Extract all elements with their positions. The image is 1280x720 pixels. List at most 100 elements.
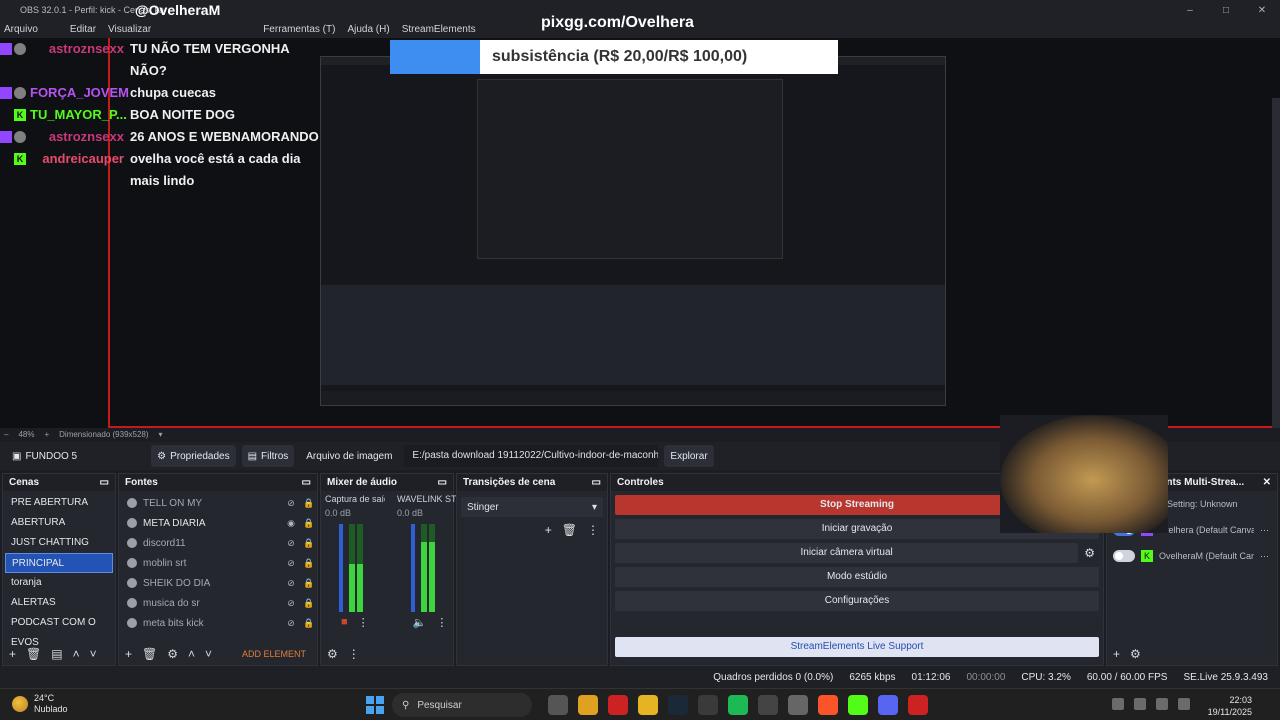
eye-off-icon[interactable]: ⊘ [285,558,297,569]
zoom-out-icon[interactable]: – [4,430,8,439]
scene-item[interactable]: ABERTURA [5,513,113,533]
trash-icon[interactable]: 🗑 [26,647,41,661]
taskview-icon[interactable] [548,695,568,715]
brave-icon[interactable] [818,695,838,715]
add-icon[interactable]: + [125,647,132,661]
chevron-down-icon[interactable]: ▾ [159,430,163,439]
app-icon[interactable] [788,695,808,715]
chevron-down-icon[interactable]: ˅ [205,647,212,661]
add-icon[interactable]: + [9,647,16,661]
add-icon[interactable]: + [1113,647,1120,661]
speaker-icon[interactable]: 🔈 [413,616,427,629]
clock[interactable]: 22:03 19/11/2025 [1208,694,1252,718]
filters-button[interactable]: ▤ Filtros [241,445,295,467]
menu-ajuda[interactable]: Ajuda (H) [347,24,389,35]
minimize-icon[interactable]: – [1172,0,1208,20]
kebab-icon[interactable]: ⋮ [358,616,369,629]
advanced-audio-icon[interactable]: ⚙ [327,647,338,661]
menu-visualizar[interactable]: Visualizar [108,24,151,35]
lock-icon[interactable]: 🔒 [303,618,315,629]
opera-icon[interactable] [608,695,628,715]
eye-off-icon[interactable]: ⊘ [285,538,297,549]
eye-off-icon[interactable]: ⊘ [285,598,297,609]
source-item[interactable]: musica do sr ⊘ 🔒 [121,593,315,613]
source-item[interactable]: SHEIK DO DIA ⊘ 🔒 [121,573,315,593]
live-support-button[interactable]: StreamElements Live Support [615,637,1099,657]
discord-icon[interactable] [878,695,898,715]
chevron-down-icon[interactable]: ˅ [90,647,97,661]
studio-mode-button[interactable]: Modo estúdio [615,567,1099,587]
undock-icon[interactable]: ▭ [100,477,109,488]
volume-fader[interactable] [339,524,343,612]
eye-off-icon[interactable]: ⊘ [285,498,297,509]
spotify-icon[interactable] [728,695,748,715]
lock-icon[interactable]: 🔒 [303,538,315,549]
lock-icon[interactable]: 🔒 [303,578,315,589]
file-path-field[interactable]: E:/pasta download 19112022/Cultivo-indoo… [404,445,659,467]
add-element-button[interactable]: ADD ELEMENT [242,649,306,659]
scene-item[interactable]: ALERTAS [5,593,113,613]
taskbar-search[interactable]: ⚲ Pesquisar [392,693,532,717]
menu-arquivo[interactable]: Arquivo [4,24,38,35]
folder-icon[interactable] [638,695,658,715]
kebab-icon[interactable]: ⋮ [348,647,360,661]
lock-icon[interactable]: 🔒 [303,598,315,609]
kebab-icon[interactable]: ⋯ [1260,551,1277,562]
preview-canvas[interactable]: @OvelheraM pixgg.com/Ovelhera astroznsex… [0,2,1280,428]
maximize-icon[interactable]: □ [1208,0,1244,20]
menu-ferramentas[interactable]: Ferramentas (T) [263,24,335,35]
scene-item-active[interactable]: PRINCIPAL [5,553,113,573]
source-item[interactable]: moblin srt ⊘ 🔒 [121,553,315,573]
properties-button[interactable]: ⚙ Propriedades [151,445,236,467]
menu-streamelements[interactable]: StreamElements [402,24,476,35]
source-item[interactable]: discord11 ⊘ 🔒 [121,533,315,553]
lock-icon[interactable]: 🔒 [303,518,315,529]
gear-icon[interactable]: ⚙ [167,647,178,661]
start-icon[interactable] [366,696,384,714]
mute-icon[interactable]: ■ [341,616,348,629]
source-item[interactable]: META DIARIA ◉ 🔒 [121,513,315,533]
stream-toggle[interactable] [1113,550,1135,562]
preview-scrollbar[interactable] [1272,98,1280,428]
app-icon[interactable] [908,695,928,715]
chevron-up-icon[interactable]: ˄ [188,647,195,661]
kebab-icon[interactable]: ⋮ [587,523,599,537]
weather-widget[interactable]: 24°C Nublado [12,693,68,715]
trash-icon[interactable]: 🗑 [562,523,577,537]
network-icon[interactable] [1134,698,1146,710]
scene-item[interactable]: PODCAST COM O EVOS [5,613,113,648]
source-item[interactable]: meta bits kick ⊘ 🔒 [121,613,315,633]
streamdeck-icon[interactable] [758,695,778,715]
zoom-in-icon[interactable]: + [44,430,49,439]
battery-icon[interactable] [1178,698,1190,710]
kick-app-icon[interactable] [848,695,868,715]
chrome-icon[interactable] [578,695,598,715]
eye-off-icon[interactable]: ⊘ [285,578,297,589]
scene-item[interactable]: toranja [5,573,113,593]
eye-icon[interactable]: ◉ [285,518,297,529]
gear-icon[interactable]: ⚙ [1084,546,1095,560]
transition-select[interactable]: Stinger ▾ [461,497,603,517]
steam-icon[interactable] [668,695,688,715]
kebab-icon[interactable]: ⋯ [1260,525,1277,536]
lock-icon[interactable]: 🔒 [303,558,315,569]
kebab-icon[interactable]: ⋮ [436,616,447,629]
volume-icon[interactable] [1156,698,1168,710]
close-icon[interactable]: ✕ [1244,0,1280,20]
source-item[interactable]: TELL ON MY ⊘ 🔒 [121,493,315,513]
add-icon[interactable]: + [545,523,552,537]
virtual-camera-button[interactable]: Iniciar câmera virtual [615,543,1079,563]
browse-button[interactable]: Explorar [664,445,714,467]
scene-item[interactable]: PRE ABERTURA [5,493,113,513]
lock-icon[interactable]: 🔒 [303,498,315,509]
volume-fader[interactable] [411,524,415,612]
gear-icon[interactable]: ⚙ [1130,647,1141,661]
undock-icon[interactable]: ▭ [592,477,601,488]
menu-editar[interactable]: Editar [70,24,96,35]
obs-icon[interactable] [698,695,718,715]
undock-icon[interactable]: ▭ [438,477,447,488]
trash-icon[interactable]: 🗑 [142,647,157,661]
chevron-up-icon[interactable] [1112,698,1124,710]
filter-icon[interactable]: ▤ [51,647,62,661]
eye-off-icon[interactable]: ⊘ [285,618,297,629]
